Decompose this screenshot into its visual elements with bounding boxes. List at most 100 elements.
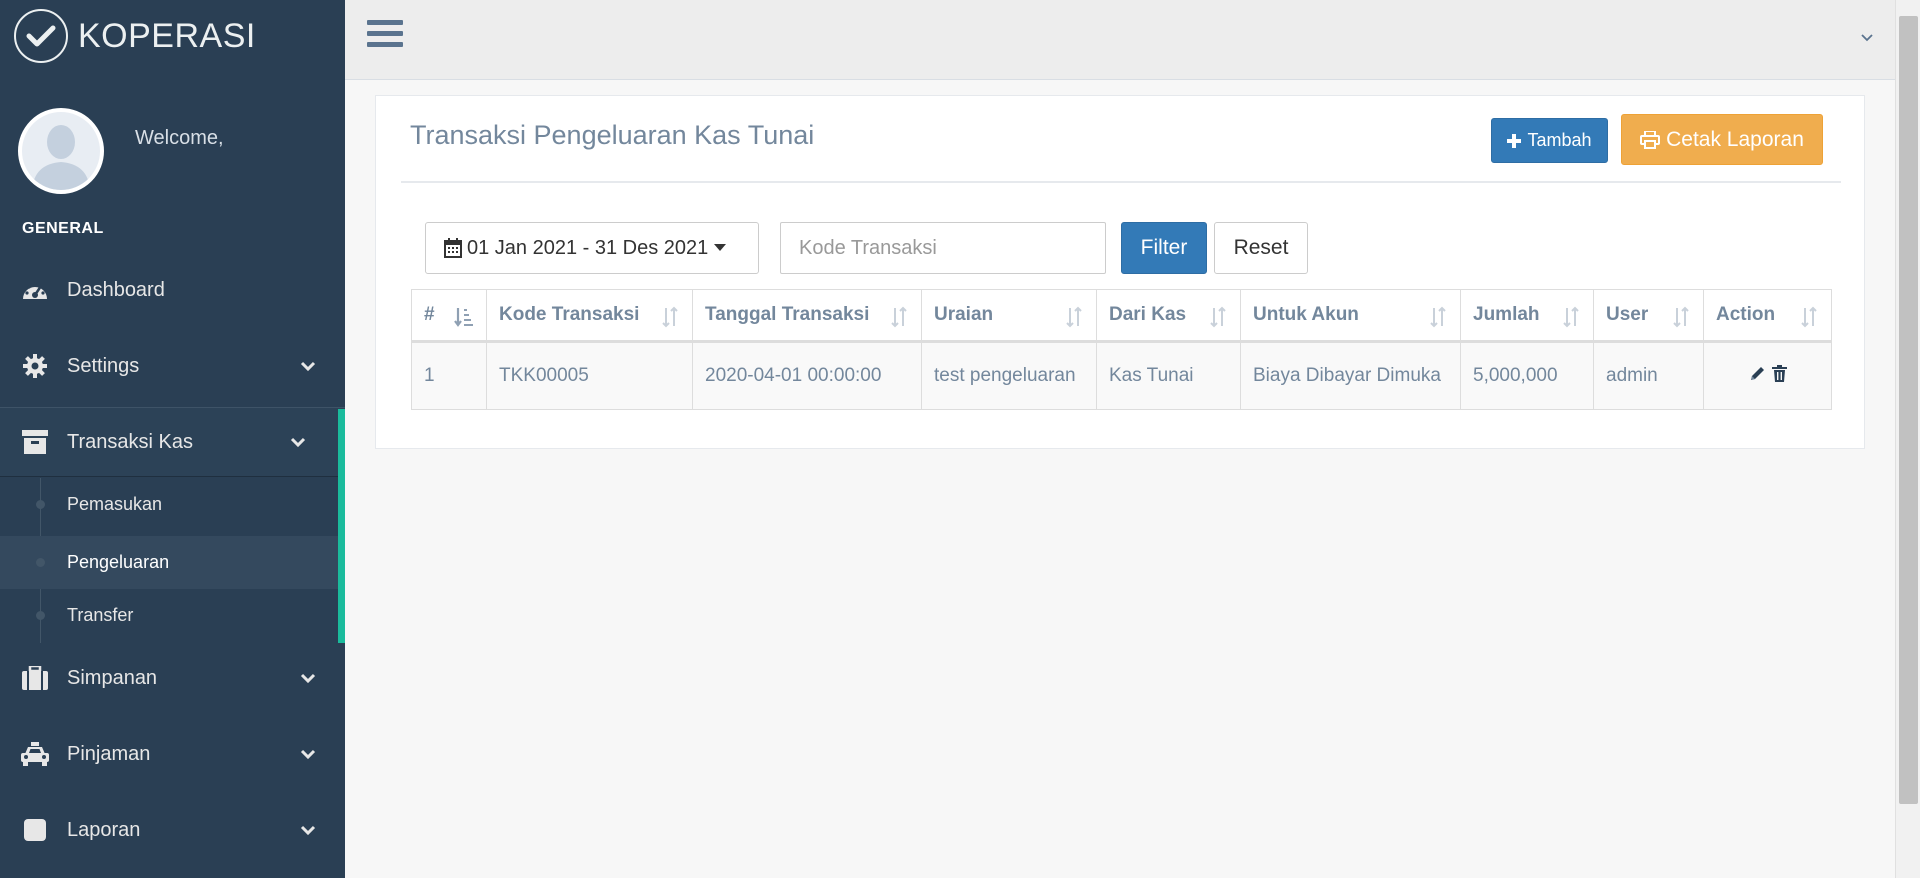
dashboard-icon — [20, 275, 50, 305]
sidebar-item-dashboard[interactable]: Dashboard — [0, 255, 345, 325]
sort-icon — [889, 306, 909, 328]
print-report-label: Cetak Laporan — [1666, 127, 1804, 151]
sidebar: KOPERASI Welcome, GENERAL Dashboard Sett… — [0, 0, 345, 878]
header-label: Kode Transaksi — [499, 304, 640, 325]
header-label: Jumlah — [1473, 304, 1540, 325]
sidebar-item-laporan[interactable]: Laporan — [0, 795, 345, 865]
sort-icon — [660, 306, 680, 328]
sidebar-subitem-pemasukan[interactable]: Pemasukan — [0, 478, 338, 531]
header-label: Tanggal Transaksi — [705, 304, 870, 325]
trash-icon[interactable] — [1771, 364, 1787, 388]
subitem-label: Pemasukan — [67, 494, 163, 514]
sort-icon — [1671, 306, 1691, 328]
chevron-down-icon — [299, 821, 317, 839]
chevron-down-icon — [299, 357, 317, 375]
divider — [401, 181, 1841, 183]
sidebar-item-label: Transaksi Kas — [67, 430, 193, 453]
column-header-action[interactable]: Action — [1703, 289, 1832, 343]
transactions-table: # Kode Transaksi Tanggal Transaksi Uraia… — [411, 289, 1832, 410]
welcome-text: Welcome, — [135, 127, 224, 149]
sidebar-item-label: Pinjaman — [67, 742, 151, 765]
print-report-button[interactable]: Cetak Laporan — [1621, 114, 1823, 165]
brand-name: KOPERASI — [78, 16, 256, 55]
sidebar-item-label: Laporan — [67, 818, 141, 841]
sort-icon — [1561, 306, 1581, 328]
brand[interactable]: KOPERASI — [14, 9, 256, 63]
header-label: Untuk Akun — [1253, 304, 1359, 325]
check-icon — [14, 9, 68, 63]
scrollbar-thumb[interactable] — [1899, 16, 1918, 804]
column-header-tanggal[interactable]: Tanggal Transaksi — [692, 289, 922, 343]
cell-untuk-akun: Biaya Dibayar Dimuka — [1240, 341, 1461, 410]
sort-icon — [1799, 306, 1819, 328]
subnav-transaksi-kas: Pemasukan Pengeluaran Transfer — [0, 478, 338, 643]
column-header-kode[interactable]: Kode Transaksi — [486, 289, 693, 343]
briefcase-icon — [20, 663, 50, 693]
column-header-number[interactable]: # — [411, 289, 487, 343]
filter-button[interactable]: Filter — [1121, 222, 1207, 274]
print-icon — [1640, 130, 1661, 149]
column-header-jumlah[interactable]: Jumlah — [1460, 289, 1594, 343]
top-navbar — [345, 0, 1895, 80]
sidebar-item-settings[interactable]: Settings — [0, 331, 345, 401]
square-icon — [20, 815, 50, 845]
page-title: Transaksi Pengeluaran Kas Tunai — [410, 120, 815, 150]
sort-icon — [1064, 306, 1084, 328]
cell-user: admin — [1593, 341, 1704, 410]
table-row: 1 TKK00005 2020-04-01 00:00:00 test peng… — [411, 341, 1832, 410]
chevron-down-icon — [289, 433, 307, 451]
user-menu-chevron-icon[interactable] — [1859, 30, 1875, 46]
reset-button[interactable]: Reset — [1214, 222, 1308, 274]
sidebar-item-label: Simpanan — [67, 666, 158, 689]
content-panel: Transaksi Pengeluaran Kas Tunai Tambah C… — [375, 95, 1865, 449]
column-header-user[interactable]: User — [1593, 289, 1704, 343]
header-label: Uraian — [934, 304, 994, 325]
sidebar-item-pinjaman[interactable]: Pinjaman — [0, 719, 345, 789]
edit-icon[interactable] — [1749, 365, 1766, 388]
cell-action — [1703, 341, 1832, 410]
gear-icon — [20, 351, 50, 381]
sort-asc-icon — [454, 306, 474, 328]
table-header-row: # Kode Transaksi Tanggal Transaksi Uraia… — [411, 289, 1832, 343]
header-label: User — [1606, 304, 1649, 325]
subitem-label: Transfer — [67, 605, 134, 625]
bullet-icon — [36, 611, 45, 620]
scrollbar[interactable] — [1895, 0, 1920, 878]
sidebar-item-label: Settings — [67, 354, 140, 377]
add-button-label: Tambah — [1527, 130, 1592, 150]
sort-icon — [1428, 306, 1448, 328]
column-header-untuk-akun[interactable]: Untuk Akun — [1240, 289, 1461, 343]
bullet-icon — [36, 500, 45, 509]
date-range-picker[interactable]: 01 Jan 2021 - 31 Des 2021 — [425, 222, 759, 274]
header-label: # — [424, 304, 435, 325]
date-range-value: 01 Jan 2021 - 31 Des 2021 — [467, 236, 709, 259]
sidebar-subitem-transfer[interactable]: Transfer — [0, 589, 338, 642]
kode-transaksi-input[interactable] — [780, 222, 1106, 274]
calendar-icon — [444, 238, 462, 258]
sidebar-item-label: Dashboard — [67, 278, 165, 301]
header-label: Action — [1716, 304, 1776, 325]
column-header-dari-kas[interactable]: Dari Kas — [1096, 289, 1241, 343]
plus-icon — [1507, 133, 1522, 148]
cell-jumlah: 5,000,000 — [1460, 341, 1594, 410]
cell-dari-kas: Kas Tunai — [1096, 341, 1241, 410]
cell-number: 1 — [411, 341, 487, 410]
caret-down-icon — [714, 244, 727, 252]
archive-icon — [20, 427, 50, 457]
avatar — [18, 108, 104, 194]
menu-toggle-icon[interactable] — [367, 20, 403, 52]
cell-uraian: test pengeluaran — [921, 341, 1097, 410]
header-label: Dari Kas — [1109, 304, 1187, 325]
active-indicator — [338, 409, 345, 643]
taxi-icon — [20, 739, 50, 769]
add-button[interactable]: Tambah — [1491, 118, 1608, 163]
cell-tanggal: 2020-04-01 00:00:00 — [692, 341, 922, 410]
chevron-down-icon — [299, 669, 317, 687]
sidebar-item-transaksi-kas[interactable]: Transaksi Kas — [0, 407, 345, 477]
section-title: GENERAL — [22, 220, 104, 237]
sort-icon — [1208, 306, 1228, 328]
column-header-uraian[interactable]: Uraian — [921, 289, 1097, 343]
chevron-down-icon — [299, 745, 317, 763]
sidebar-subitem-pengeluaran[interactable]: Pengeluaran — [0, 536, 338, 589]
sidebar-item-simpanan[interactable]: Simpanan — [0, 643, 345, 713]
